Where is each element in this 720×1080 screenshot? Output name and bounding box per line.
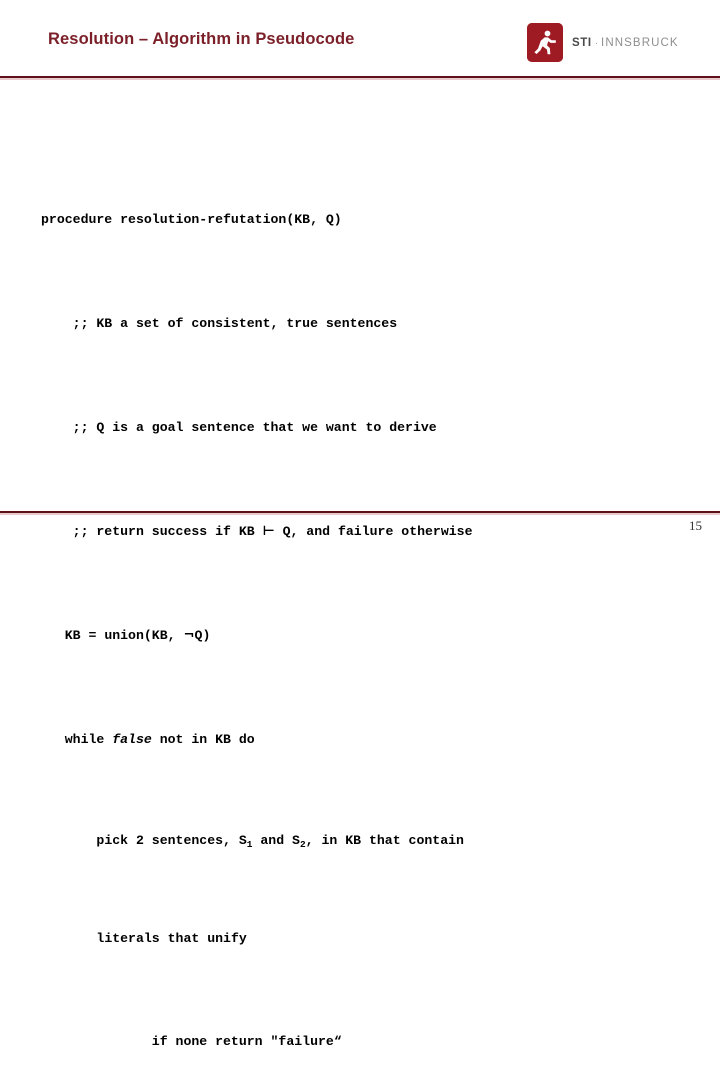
subscript-s2: 2	[299, 839, 306, 850]
code-line-8: literals that unify	[41, 929, 681, 949]
code-line-6-suffix: not in KB do	[151, 732, 255, 747]
code-line-5-suffix: Q)	[194, 628, 211, 643]
header-divider	[0, 76, 720, 80]
code-line-3: ;; Q is a goal sentence that we want to …	[41, 415, 681, 441]
code-line-6: while false not in KB do	[41, 727, 681, 753]
code-line-5: KB = union(KB, ¬Q)	[41, 623, 681, 649]
pseudocode-block: procedure resolution-refutation(KB, Q) ;…	[41, 129, 681, 1080]
negation-icon: ¬	[183, 628, 195, 643]
turnstile-icon: ⊢	[262, 524, 275, 539]
code-line-1-text: procedure resolution-refutation(KB, Q)	[41, 212, 342, 227]
code-line-8-text: literals that unify	[96, 931, 247, 946]
code-line-9-text: if none return "failure“	[151, 1034, 342, 1049]
logo-separator-dot: ·	[594, 37, 599, 49]
code-line-5-prefix: KB = union(KB,	[64, 628, 184, 643]
code-line-7: pick 2 sentences, S1 and S2, in KB that …	[41, 831, 681, 851]
sti-innsbruck-logo: STI · INNSBRUCK	[527, 23, 679, 62]
logo-wordmark: STI · INNSBRUCK	[572, 37, 679, 49]
code-line-3-text: ;; Q is a goal sentence that we want to …	[72, 420, 437, 435]
page-number: 15	[689, 518, 702, 533]
code-line-7-c: , in KB that contain	[305, 833, 464, 848]
code-line-7-b: and S	[252, 833, 300, 848]
code-keyword-false: false	[112, 732, 152, 747]
subscript-s1: 1	[246, 839, 253, 850]
slide-header: Resolution – Algorithm in Pseudocode STI…	[0, 0, 720, 78]
code-line-4: ;; return success if KB ⊢ Q, and failure…	[41, 519, 681, 545]
code-line-2-text: ;; KB a set of consistent, true sentence…	[72, 316, 398, 331]
footer-divider	[0, 511, 720, 515]
code-line-6-prefix: while	[64, 732, 113, 747]
code-line-9: if none return "failure“	[41, 1027, 681, 1057]
sti-running-figure-icon	[527, 23, 563, 62]
logo-sti-text: STI	[572, 36, 592, 49]
logo-innsbruck-text: INNSBRUCK	[601, 36, 679, 49]
code-line-4-prefix: ;; return success if KB	[72, 524, 263, 539]
code-line-7-a: pick 2 sentences, S	[96, 833, 247, 848]
code-line-4-suffix: Q, and failure otherwise	[274, 524, 473, 539]
code-line-2: ;; KB a set of consistent, true sentence…	[41, 311, 681, 337]
page-title: Resolution – Algorithm in Pseudocode	[48, 30, 355, 48]
code-line-1: procedure resolution-refutation(KB, Q)	[41, 207, 681, 233]
footer-divider-light	[0, 513, 720, 515]
header-divider-light	[0, 78, 720, 80]
